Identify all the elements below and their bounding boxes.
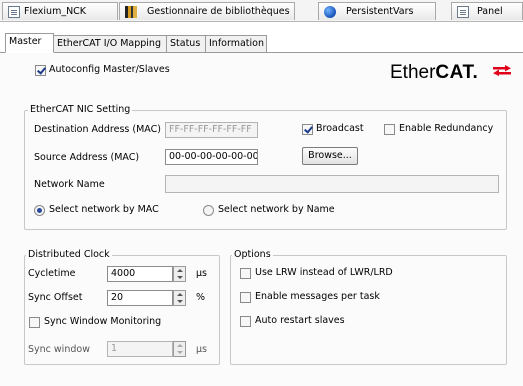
enable-redundancy-checkbox[interactable] [384,124,395,135]
destination-address-input[interactable]: FF-FF-FF-FF-FF-FF [165,122,258,138]
autoconfig-label: Autoconfig Master/Slaves [49,64,170,75]
nic-setting-title: EtherCAT NIC Setting [28,104,133,115]
tab-information[interactable]: Information [205,35,267,52]
doc-tab-panel[interactable]: Panel [451,2,523,20]
doc-tab-label: PersistentVars [346,6,414,17]
sync-offset-label: Sync Offset [28,292,83,303]
doc-tab-persistentvars[interactable]: PersistentVars [318,2,436,20]
source-address-input[interactable]: 00-00-00-00-00-00 [165,149,258,165]
doc-tab-label: Gestionnaire de bibliothèques [147,6,290,17]
select-by-mac-label: Select network by MAC [49,204,159,215]
options-title: Options [232,249,273,260]
sync-window-monitoring-label: Sync Window Monitoring [44,316,162,327]
auto-restart-slaves-checkbox[interactable] [240,316,251,327]
document-icon [457,5,469,18]
select-by-mac-radio[interactable] [34,205,45,216]
select-by-name-radio[interactable] [203,205,214,216]
browse-button[interactable]: Browse... [302,147,358,165]
sync-offset-spinner[interactable] [173,290,186,306]
enable-messages-per-task-checkbox[interactable] [240,292,251,303]
sync-window-spinner[interactable] [173,341,186,357]
cycletime-unit: µs [196,268,207,279]
sync-offset-unit: % [196,292,206,303]
tab-master[interactable]: Master [5,33,54,53]
logo-text-ether: Ether [390,62,436,83]
distributed-clock-title: Distributed Clock [26,249,112,260]
document-icon [8,5,20,18]
network-name-input[interactable] [165,175,499,193]
sync-offset-input[interactable]: 20 [107,290,173,306]
document-tab-bar: Flexium_NCK Gestionnaire de bibliothèque… [0,0,523,22]
network-name-label: Network Name [34,179,105,190]
sync-window-unit: µs [196,344,207,355]
doc-tab-flexium-nck[interactable]: Flexium_NCK [2,2,118,20]
sync-window-input[interactable]: 1 [107,341,173,357]
select-by-name-label: Select network by Name [218,204,335,215]
broadcast-label: Broadcast [316,123,364,134]
use-lrw-label: Use LRW instead of LWR/LRD [255,267,393,278]
doc-tab-library-manager[interactable]: Gestionnaire de bibliothèques [119,2,295,20]
use-lrw-checkbox[interactable] [240,268,251,279]
logo-arrow-icon [493,65,511,76]
tab-status[interactable]: Status [166,35,206,52]
cycletime-input[interactable]: 4000 [107,266,173,282]
enable-redundancy-label: Enable Redundancy [399,123,494,134]
doc-tab-label: Flexium_NCK [24,6,87,17]
source-address-label: Source Address (MAC) [34,152,140,163]
cycletime-label: Cycletime [28,268,76,279]
doc-tab-label: Panel [477,6,503,17]
ethercat-logo: EtherCAT. [390,62,511,84]
library-books-icon [125,5,137,18]
sync-window-label: Sync window [28,344,90,355]
logo-text-cat: CAT. [435,62,479,83]
cycletime-spinner[interactable] [173,266,186,282]
tab-ethercat-io-mapping[interactable]: EtherCAT I/O Mapping [53,35,167,52]
autoconfig-checkbox[interactable] [35,65,46,76]
destination-address-label: Destination Address (MAC) [34,124,161,135]
broadcast-checkbox[interactable] [302,124,313,135]
sync-window-monitoring-checkbox[interactable] [29,317,40,328]
globe-icon [324,5,336,18]
enable-messages-per-task-label: Enable messages per task [255,291,380,302]
auto-restart-slaves-label: Auto restart slaves [255,315,345,326]
